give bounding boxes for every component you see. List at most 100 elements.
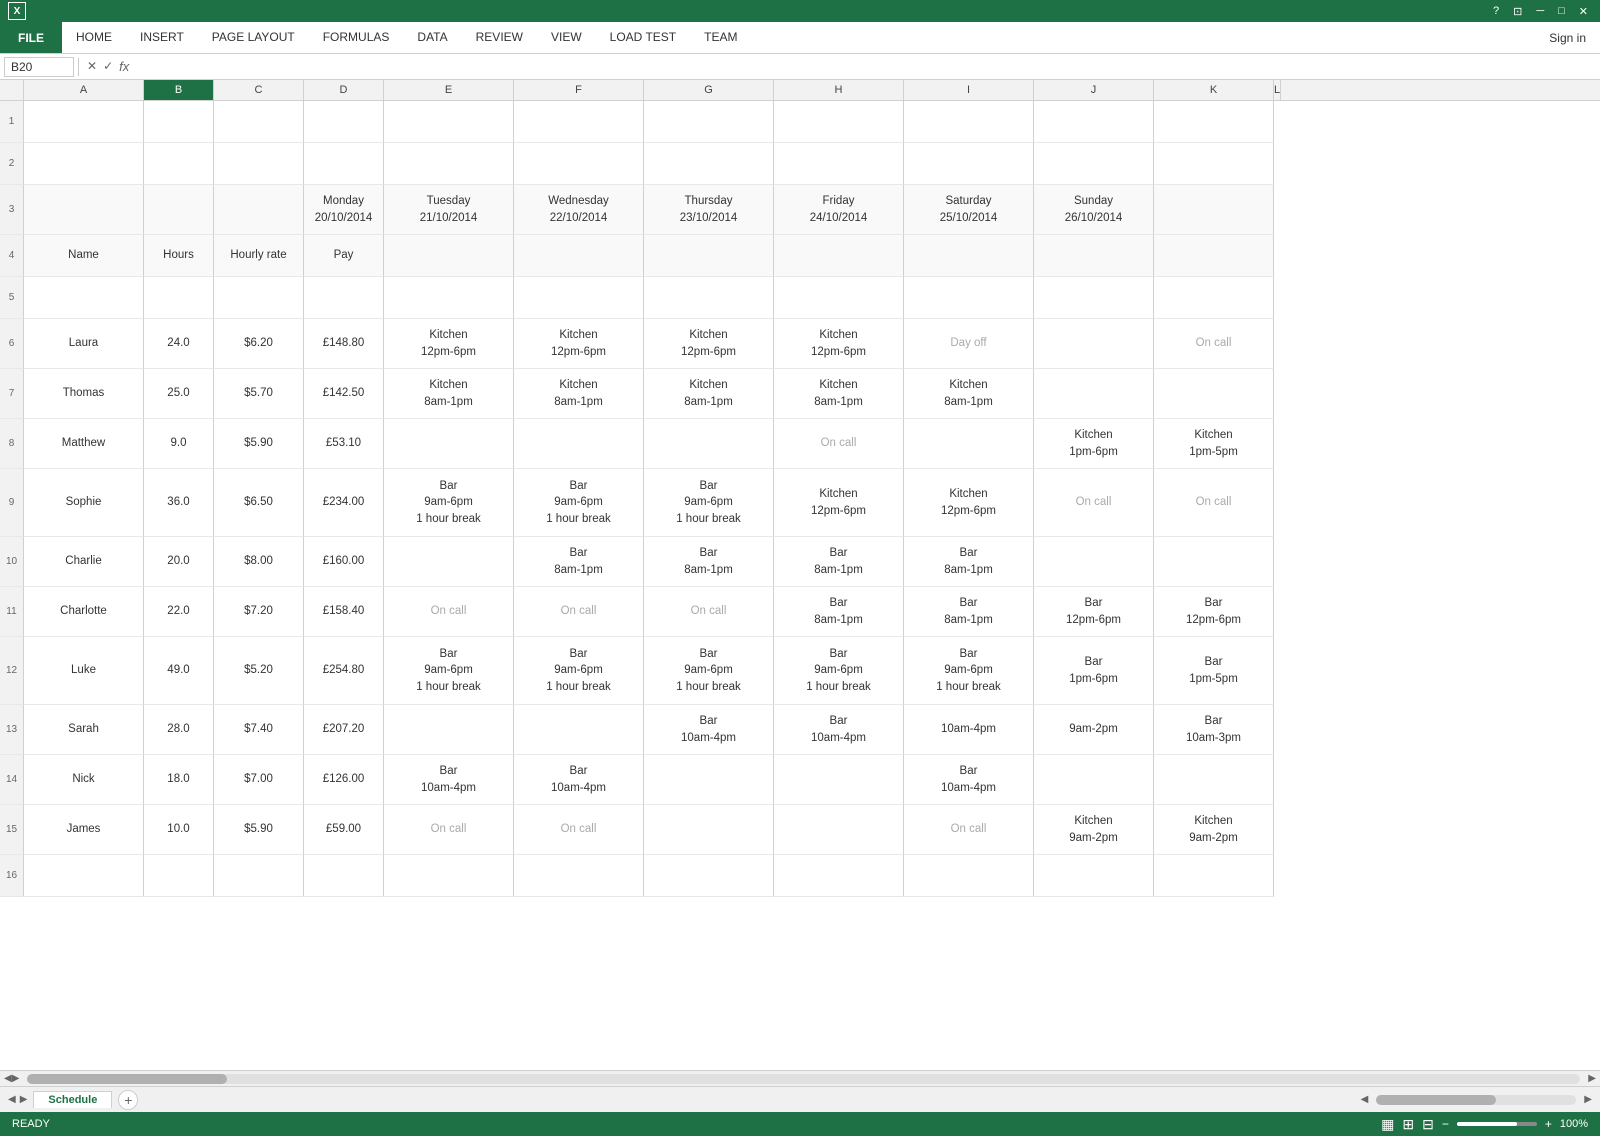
cell[interactable] (144, 101, 214, 143)
tab-page-layout[interactable]: PAGE LAYOUT (198, 22, 309, 53)
cell[interactable]: Kitchen 8am-1pm (514, 369, 644, 419)
cell[interactable]: Bar 10am-4pm (384, 755, 514, 805)
zoom-slider[interactable] (1457, 1122, 1537, 1126)
cell[interactable] (1154, 235, 1274, 277)
cell[interactable] (904, 143, 1034, 185)
zoom-in-icon[interactable]: + (1545, 1117, 1552, 1131)
cell[interactable]: Kitchen 12pm-6pm (774, 319, 904, 369)
cell[interactable]: 36.0 (144, 469, 214, 537)
tab-insert[interactable]: INSERT (126, 22, 198, 53)
cell[interactable]: Wednesday 22/10/2014 (514, 185, 644, 235)
cell[interactable]: £207.20 (304, 705, 384, 755)
cell[interactable] (214, 143, 304, 185)
cell[interactable]: On call (1154, 469, 1274, 537)
cell[interactable]: Tuesday 21/10/2014 (384, 185, 514, 235)
cell[interactable]: Bar 9am-6pm 1 hour break (384, 469, 514, 537)
cell[interactable] (1154, 537, 1274, 587)
cell[interactable]: Bar 10am-4pm (774, 705, 904, 755)
view-layout-icon[interactable]: ⊞ (1402, 1116, 1414, 1133)
cell[interactable]: Bar 12pm-6pm (1154, 587, 1274, 637)
zoom-out-icon[interactable]: − (1442, 1117, 1449, 1131)
cell[interactable] (774, 805, 904, 855)
cell[interactable]: Bar 8am-1pm (904, 537, 1034, 587)
cell[interactable]: £53.10 (304, 419, 384, 469)
cell[interactable]: 28.0 (144, 705, 214, 755)
cell[interactable] (384, 419, 514, 469)
function-icon[interactable]: fx (119, 59, 129, 74)
cell[interactable]: Kitchen 12pm-6pm (904, 469, 1034, 537)
cell[interactable] (24, 277, 144, 319)
cell[interactable] (514, 101, 644, 143)
cell[interactable]: Friday 24/10/2014 (774, 185, 904, 235)
tab-formulas[interactable]: FORMULAS (309, 22, 404, 53)
cell[interactable]: Kitchen 1pm-6pm (1034, 419, 1154, 469)
scroll-far-right[interactable]: ▶ (1588, 1073, 1596, 1084)
col-header-F[interactable]: F (514, 80, 644, 100)
cell[interactable] (384, 705, 514, 755)
cell[interactable]: On call (904, 805, 1034, 855)
cell[interactable]: $8.00 (214, 537, 304, 587)
cell[interactable]: 25.0 (144, 369, 214, 419)
cell[interactable]: £160.00 (304, 537, 384, 587)
minimize-btn[interactable]: ─ (1532, 5, 1548, 17)
cell[interactable]: Kitchen 12pm-6pm (774, 469, 904, 537)
cell[interactable]: £148.80 (304, 319, 384, 369)
cell[interactable] (644, 855, 774, 897)
scroll-right-arrow[interactable]: ▶ (12, 1073, 20, 1084)
cell[interactable] (304, 277, 384, 319)
cell[interactable]: Sophie (24, 469, 144, 537)
cell[interactable]: £158.40 (304, 587, 384, 637)
cell[interactable] (214, 101, 304, 143)
cell[interactable]: Bar 1pm-5pm (1154, 637, 1274, 705)
cell[interactable] (144, 143, 214, 185)
cell[interactable] (774, 277, 904, 319)
add-sheet-button[interactable]: + (118, 1090, 138, 1110)
col-header-J[interactable]: J (1034, 80, 1154, 100)
col-header-C[interactable]: C (214, 80, 304, 100)
cell[interactable] (644, 755, 774, 805)
cell[interactable] (904, 101, 1034, 143)
help-btn[interactable]: ? (1489, 5, 1503, 17)
cell[interactable]: $7.00 (214, 755, 304, 805)
cell[interactable] (1154, 855, 1274, 897)
h-scrollbar-thumb[interactable] (1376, 1095, 1496, 1105)
col-header-B[interactable]: B (144, 80, 214, 100)
tab-load-test[interactable]: LOAD TEST (596, 22, 690, 53)
cell[interactable]: Bar 8am-1pm (774, 587, 904, 637)
cell[interactable]: Bar 8am-1pm (644, 537, 774, 587)
cell-reference-box[interactable]: B20 (4, 57, 74, 77)
cell[interactable]: 9.0 (144, 419, 214, 469)
scrollbar-thumb[interactable] (27, 1074, 227, 1084)
cell[interactable]: Kitchen 8am-1pm (384, 369, 514, 419)
cell[interactable]: £234.00 (304, 469, 384, 537)
tab-scroll-right[interactable]: ▶ (20, 1094, 28, 1105)
cell[interactable] (1034, 277, 1154, 319)
cell[interactable]: Bar 9am-6pm 1 hour break (904, 637, 1034, 705)
cell[interactable] (1154, 277, 1274, 319)
col-header-K[interactable]: K (1154, 80, 1274, 100)
cell[interactable]: £59.00 (304, 805, 384, 855)
cell[interactable]: James (24, 805, 144, 855)
tab-review[interactable]: REVIEW (462, 22, 537, 53)
cell[interactable]: 20.0 (144, 537, 214, 587)
cell[interactable]: Bar 8am-1pm (904, 587, 1034, 637)
cell[interactable]: 9am-2pm (1034, 705, 1154, 755)
cell[interactable]: Kitchen 8am-1pm (644, 369, 774, 419)
cell[interactable]: Kitchen 1pm-5pm (1154, 419, 1274, 469)
cell[interactable] (904, 419, 1034, 469)
col-header-D[interactable]: D (304, 80, 384, 100)
cell[interactable] (774, 143, 904, 185)
cell[interactable]: 24.0 (144, 319, 214, 369)
sign-in-button[interactable]: Sign in (1535, 22, 1600, 53)
formula-input[interactable] (137, 60, 1596, 74)
cell[interactable]: Kitchen 8am-1pm (904, 369, 1034, 419)
cell[interactable]: Charlie (24, 537, 144, 587)
scroll-left-arrow[interactable]: ◀ (4, 1073, 12, 1084)
cell[interactable] (24, 143, 144, 185)
cell[interactable]: Bar 12pm-6pm (1034, 587, 1154, 637)
cell[interactable]: On call (1034, 469, 1154, 537)
cell[interactable] (514, 143, 644, 185)
cell[interactable]: $5.90 (214, 419, 304, 469)
cell[interactable] (644, 419, 774, 469)
cell[interactable]: Bar 1pm-6pm (1034, 637, 1154, 705)
